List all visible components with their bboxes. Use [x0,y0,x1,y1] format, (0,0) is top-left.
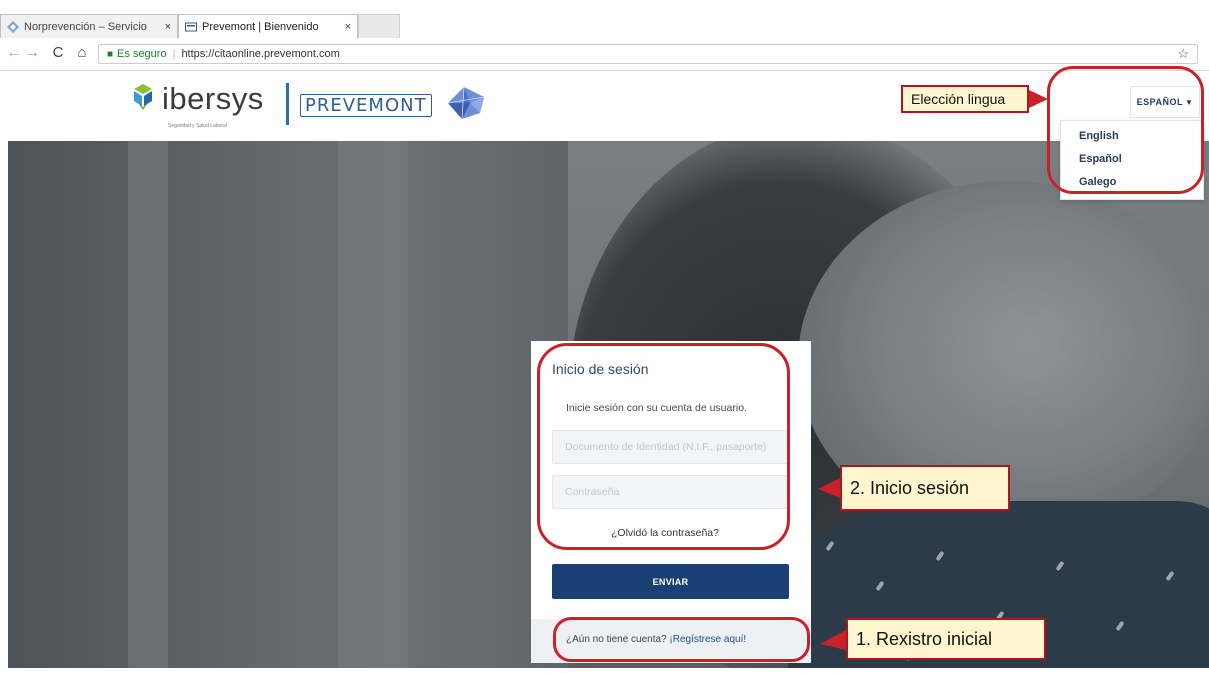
tab-title: Prevemont | Bienvenido [202,20,319,33]
url-input[interactable]: ■ Es seguro | https://citaonline.prevemo… [98,44,1198,64]
language-option-english[interactable]: English [1079,130,1119,142]
language-dropdown-button[interactable]: ESPAÑOL ▼ [1130,86,1200,118]
tab-title: Norprevención – Servicio [24,20,147,33]
secure-label: Es seguro [117,48,167,60]
diamond-favicon-icon [7,20,19,33]
chevron-down-icon: ▼ [1184,97,1194,107]
url-separator: | [172,48,176,60]
register-prompt: ¿Aún no tiene cuenta? ¡Regístrese aquí! [566,634,746,645]
login-card: Inicio de sesión Inicie sesión con su cu… [531,341,811,663]
document-id-input[interactable] [552,430,789,464]
register-link[interactable]: ¡Regístrese aquí! [669,634,746,645]
logo-divider [286,83,289,125]
browser-tab-bar: Norprevención – Servicio × Prevemont | B… [0,0,1209,38]
prevemont-wordmark: PREVEMONT [300,94,432,117]
page-favicon-icon [185,21,197,33]
new-tab-button[interactable] [358,14,400,38]
tab-prevemont[interactable]: Prevemont | Bienvenido × [178,14,358,38]
language-callout: Elección lingua [901,85,1029,113]
prevemont-logo[interactable]: PREVEMONT [300,85,488,126]
login-title: Inicio de sesión [552,361,649,377]
language-menu: English Español Galego [1060,120,1204,200]
login-callout: 2. Inicio sesión [840,465,1010,511]
ibersys-flower-icon [130,82,156,117]
submit-button[interactable]: ENVIAR [552,564,789,599]
tab-norprevencion[interactable]: Norprevención – Servicio × [0,14,178,38]
language-option-galego[interactable]: Galego [1079,176,1116,188]
bookmark-star-icon[interactable]: ☆ [1177,46,1189,62]
password-input[interactable] [552,475,789,509]
register-question: ¿Aún no tiene cuenta? [566,634,667,645]
back-arrow-icon[interactable]: ← [4,44,24,62]
address-bar: ← → C ⌂ ■ Es seguro | https://citaonline… [0,38,1209,71]
reload-icon[interactable]: C [48,44,68,61]
register-bar: ¿Aún no tiene cuenta? ¡Regístrese aquí! [531,619,811,663]
prevemont-crystal-icon [440,85,488,126]
url-text: https://citaonline.prevemont.com [181,48,340,60]
ibersys-tagline: Seguridad y Salud Laboral [168,123,227,129]
login-help-text: Inicie sesión con su cuenta de usuario. [566,402,747,414]
forgot-password-link[interactable]: ¿Olvidó la contraseña? [611,527,719,539]
language-option-espanol[interactable]: Español [1079,153,1122,165]
tab-close-icon[interactable]: × [345,21,351,33]
register-callout: 1. Rexistro inicial [846,618,1046,660]
language-current: ESPAÑOL [1136,97,1183,107]
ibersys-logo[interactable]: ibersys Seguridad y Salud Laboral [130,81,264,129]
lock-icon: ■ [107,48,114,60]
home-icon[interactable]: ⌂ [72,44,92,61]
ibersys-wordmark: ibersys [162,81,264,116]
forward-arrow-icon[interactable]: → [22,44,42,62]
tab-close-icon[interactable]: × [165,21,171,33]
